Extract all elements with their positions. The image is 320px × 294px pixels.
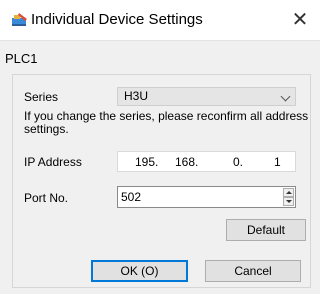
ip-address-field[interactable]: 195. 168. 0. 1 (117, 151, 296, 172)
settings-group (12, 74, 311, 288)
ip-octet-3: 0. (233, 155, 244, 169)
series-note: If you change the series, please reconfi… (24, 109, 309, 136)
device-name: PLC1 (5, 51, 38, 66)
ip-address-label: IP Address (24, 155, 82, 169)
series-label: Series (24, 90, 59, 104)
chevron-down-icon (280, 91, 291, 102)
series-dropdown[interactable]: H3U (117, 87, 296, 106)
port-field[interactable]: 502 (117, 186, 296, 208)
ip-octet-2: 168. (175, 155, 199, 169)
close-icon[interactable]: ✕ (280, 0, 320, 40)
default-button[interactable]: Default (226, 219, 306, 241)
title-bar: Individual Device Settings ✕ (0, 0, 320, 41)
port-label: Port No. (24, 191, 69, 205)
spin-down-icon[interactable] (283, 197, 294, 206)
series-value: H3U (124, 89, 149, 103)
port-value: 502 (121, 190, 142, 204)
settings-app-icon (11, 12, 28, 28)
spin-up-icon[interactable] (283, 188, 294, 197)
ok-button[interactable]: OK (O) (91, 260, 188, 282)
cancel-button[interactable]: Cancel (205, 260, 301, 282)
ip-octet-4: 1 (274, 155, 281, 169)
ip-octet-1: 195. (135, 155, 159, 169)
window-title: Individual Device Settings (31, 11, 203, 28)
